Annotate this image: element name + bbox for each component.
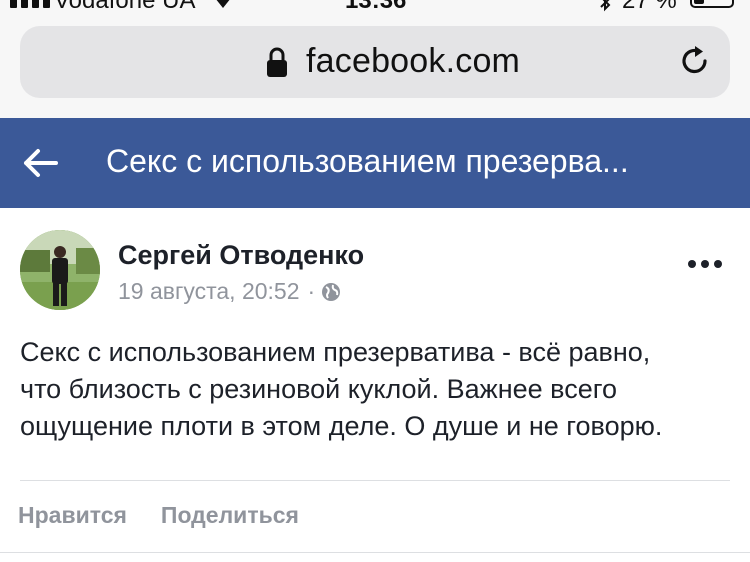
page-header: Секс с использованием презерва...	[0, 118, 750, 208]
meta-separator: ·	[307, 278, 316, 304]
page-title: Секс с использованием презерва...	[106, 143, 629, 179]
post-timestamp[interactable]: 19 августа, 20:52	[118, 278, 300, 305]
status-bar: Vodafone UA 13:36 27 %	[0, 0, 750, 14]
browser-toolbar: facebook.com	[0, 14, 750, 118]
more-options-icon[interactable]	[688, 258, 724, 270]
wifi-icon	[216, 0, 230, 8]
post-actions: Нравится Поделиться	[18, 502, 299, 529]
globe-icon	[322, 282, 341, 301]
divider	[0, 552, 750, 553]
clock: 13:36	[345, 0, 407, 14]
avatar-photo	[20, 230, 100, 310]
signal-strength-icon	[10, 0, 50, 8]
divider	[20, 480, 730, 481]
url-text[interactable]: facebook.com	[306, 42, 520, 81]
carrier-name: Vodafone UA	[54, 0, 196, 14]
reload-icon[interactable]	[678, 44, 712, 78]
back-arrow-icon[interactable]	[22, 147, 58, 179]
bluetooth-icon	[600, 0, 611, 12]
post-body: Секс с использованием презерватива - всё…	[20, 337, 663, 441]
avatar[interactable]	[20, 230, 100, 310]
post-card: Сергей Отводенко 19 августа, 20:52 · Сек…	[0, 208, 750, 562]
post-author[interactable]: Сергей Отводенко	[118, 240, 364, 271]
post-meta: 19 августа, 20:52 ·	[118, 278, 341, 305]
lock-icon	[267, 47, 287, 77]
address-bar[interactable]: facebook.com	[20, 26, 730, 98]
share-button[interactable]: Поделиться	[161, 502, 299, 529]
like-button[interactable]: Нравится	[18, 502, 127, 529]
battery-percentage: 27 %	[622, 0, 677, 14]
battery-icon	[690, 0, 734, 8]
